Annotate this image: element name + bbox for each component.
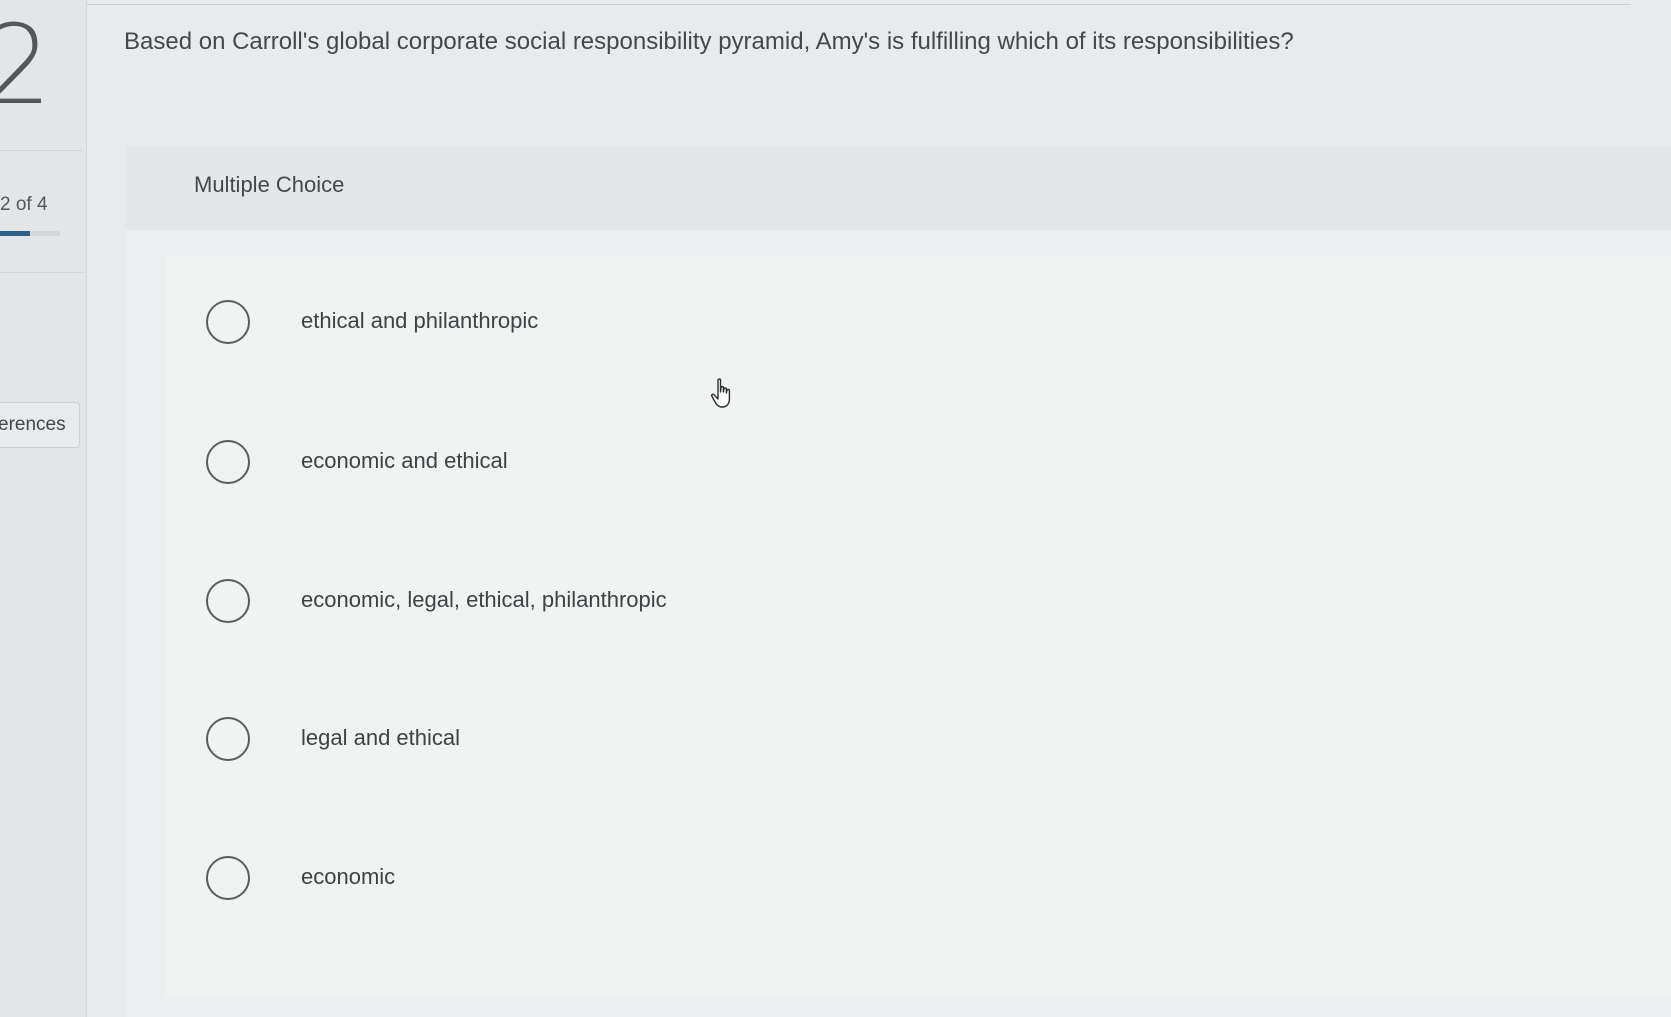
panel-title: Multiple Choice bbox=[194, 172, 345, 197]
choices-list: ethical and philanthropic economic and e… bbox=[166, 256, 1671, 996]
answer-panel: Multiple Choice ethical and philanthropi… bbox=[126, 146, 1671, 1017]
radio-button[interactable] bbox=[206, 856, 250, 900]
choice-label: legal and ethical bbox=[301, 725, 461, 750]
choice-label: economic, legal, ethical, philanthropic bbox=[301, 587, 667, 612]
sidebar-divider-2 bbox=[0, 272, 86, 273]
radio-button[interactable] bbox=[206, 579, 250, 623]
choice-option[interactable]: legal and ethical bbox=[206, 711, 1606, 771]
radio-button[interactable] bbox=[206, 717, 250, 761]
choice-label: economic and ethical bbox=[301, 448, 508, 473]
choice-option[interactable]: economic bbox=[206, 850, 1606, 910]
question-sidebar: 2 2 of 4 erences bbox=[0, 0, 87, 1017]
references-button[interactable]: erences bbox=[0, 402, 80, 448]
choice-option[interactable]: economic, legal, ethical, philanthropic bbox=[206, 573, 1606, 633]
choice-label: economic bbox=[301, 864, 396, 889]
choice-option[interactable]: economic and ethical bbox=[206, 434, 1606, 494]
question-progress-text: 2 of 4 bbox=[0, 194, 48, 215]
question-number: 2 bbox=[0, 1, 52, 129]
radio-button[interactable] bbox=[206, 440, 250, 484]
choice-label: ethical and philanthropic bbox=[301, 308, 539, 333]
panel-header: Multiple Choice bbox=[126, 146, 1671, 230]
question-text: Based on Carroll's global corporate soci… bbox=[124, 28, 1294, 55]
choice-option[interactable]: ethical and philanthropic bbox=[206, 294, 1606, 354]
top-border bbox=[86, 0, 1631, 5]
progress-bar-fill bbox=[0, 231, 30, 236]
hand-pointer-icon bbox=[710, 378, 731, 408]
progress-bar bbox=[0, 231, 60, 236]
sidebar-divider bbox=[0, 150, 82, 151]
radio-button[interactable] bbox=[206, 300, 250, 344]
